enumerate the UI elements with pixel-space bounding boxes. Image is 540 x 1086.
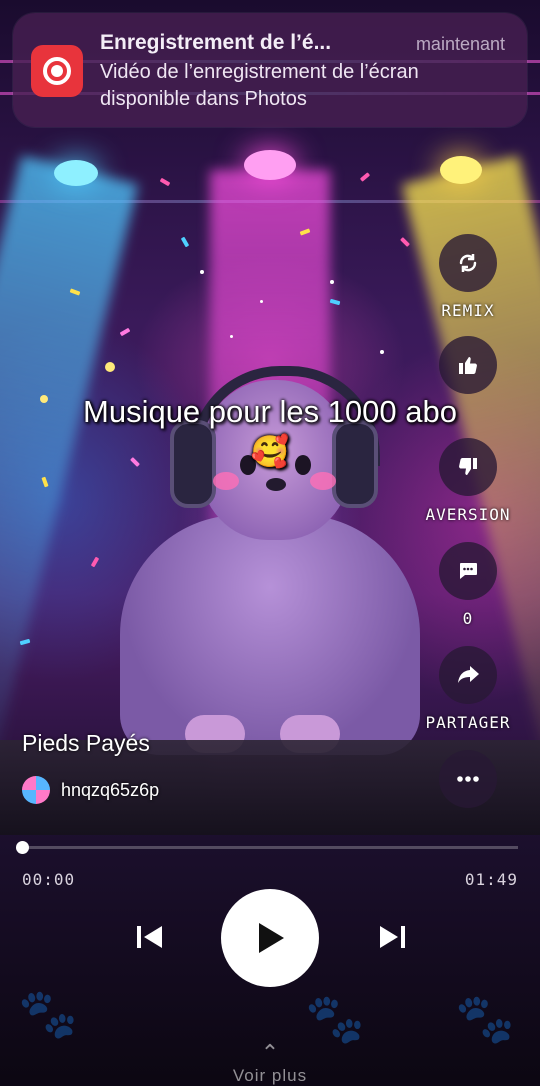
skip-previous-icon xyxy=(137,926,162,948)
paw-decoration-icon: 🐾 xyxy=(18,988,78,1041)
username[interactable]: hnqzq65z6p xyxy=(61,780,159,801)
thumbs-down-icon[interactable] xyxy=(439,438,497,496)
previous-button[interactable] xyxy=(130,917,170,957)
sparkle xyxy=(330,280,334,284)
sparkle xyxy=(380,350,384,354)
character-sweater xyxy=(120,515,420,755)
paw-decoration-icon: 🐾 xyxy=(305,993,365,1046)
more-icon[interactable] xyxy=(439,750,497,808)
seek-handle[interactable] xyxy=(16,841,29,854)
current-time: 00:00 xyxy=(22,870,76,889)
remix-label: REMIX xyxy=(441,301,495,320)
more-action[interactable] xyxy=(413,750,523,808)
caption-text: Musique pour les 1000 abo xyxy=(83,394,457,429)
character-cheek xyxy=(310,472,336,490)
thumbs-up-icon[interactable] xyxy=(439,336,497,394)
remix-icon[interactable] xyxy=(439,234,497,292)
like-action[interactable] xyxy=(413,336,523,394)
confetti xyxy=(90,556,100,568)
skip-next-icon xyxy=(380,926,405,948)
confetti xyxy=(180,236,190,248)
comments-action[interactable]: 0 xyxy=(413,542,523,628)
spotlight-lamp xyxy=(244,150,296,180)
total-time: 01:49 xyxy=(464,870,518,889)
play-icon xyxy=(259,923,284,953)
notification-title: Enregistrement de l’é... xyxy=(100,31,332,54)
paw-decoration-icon: 🐾 xyxy=(455,993,515,1046)
share-label: PARTAGER xyxy=(425,713,511,732)
notification-time: maintenant xyxy=(415,34,505,54)
screen-record-icon xyxy=(31,45,83,97)
confetti xyxy=(400,237,410,247)
screen-recording-notification[interactable]: Enregistrement de l’é... maintenant Vidé… xyxy=(13,13,527,127)
confetti xyxy=(19,638,31,646)
remix-action[interactable]: REMIX xyxy=(413,234,523,320)
chevron-up-icon[interactable]: ⌃ xyxy=(0,1040,540,1066)
record-dot-shape xyxy=(51,65,63,77)
comments-count: 0 xyxy=(462,609,474,628)
voir-plus-link[interactable]: Voir plus xyxy=(0,1066,540,1086)
song-title[interactable]: Pieds Payés xyxy=(22,730,150,757)
next-button[interactable] xyxy=(372,917,412,957)
dislike-label: AVERSION xyxy=(425,505,511,524)
spotlight-lamp xyxy=(440,156,482,184)
dislike-action[interactable]: AVERSION xyxy=(413,438,523,524)
spotlight-lamp xyxy=(54,160,98,186)
comment-icon[interactable] xyxy=(439,542,497,600)
share-icon[interactable] xyxy=(439,646,497,704)
sparkle xyxy=(230,335,233,338)
confetti xyxy=(119,327,131,337)
notification-message: Vidéo de l’enregistrement de l’écran dis… xyxy=(100,61,419,110)
share-action[interactable]: PARTAGER xyxy=(413,646,523,732)
confetti xyxy=(359,172,371,182)
play-button[interactable] xyxy=(221,889,319,987)
seek-bar[interactable] xyxy=(22,846,518,849)
confetti xyxy=(159,177,171,187)
sparkle xyxy=(260,300,263,303)
character-nose xyxy=(266,478,286,491)
character-cheek xyxy=(213,472,239,490)
avatar[interactable] xyxy=(22,776,50,804)
sparkle xyxy=(200,270,204,274)
confetti xyxy=(329,298,341,306)
